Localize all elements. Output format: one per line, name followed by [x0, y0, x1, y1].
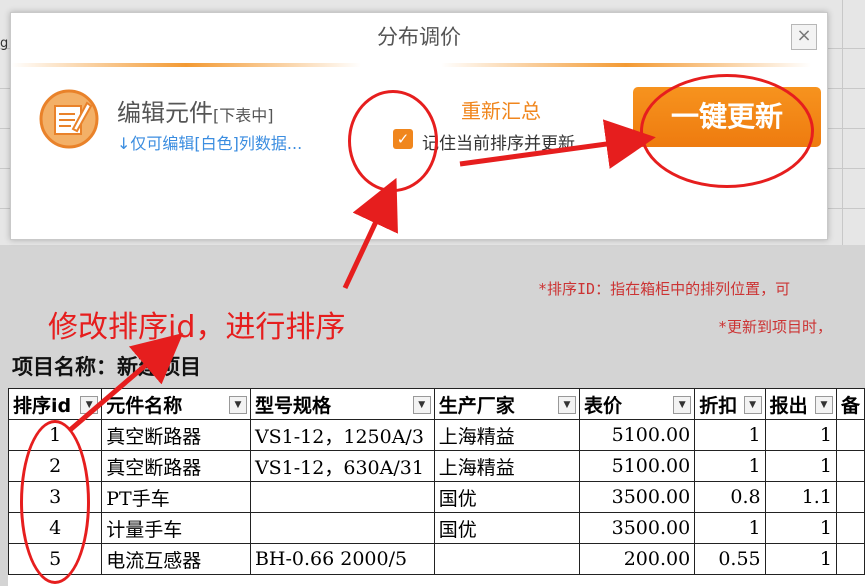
annotation-arrows [68, 119, 656, 432]
arrow-from-sortid [68, 332, 184, 432]
arrow-to-checkbox [342, 177, 398, 290]
arrow-to-update [459, 119, 656, 169]
